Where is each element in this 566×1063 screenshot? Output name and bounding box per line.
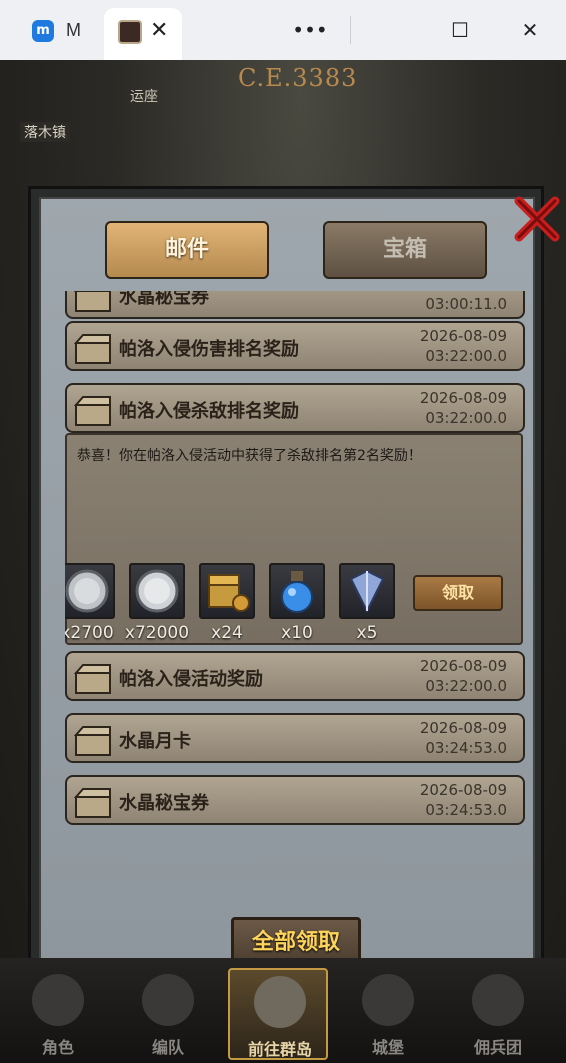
browser-tab-inactive[interactable]: m M	[18, 14, 98, 48]
mail-list[interactable]: 水晶秘宝券 03:00:11.0 帕洛入侵伤害排名奖励 2026-08-09 0…	[65, 291, 533, 843]
mail-title: 帕洛入侵活动奖励	[119, 669, 263, 690]
nav-item-formation[interactable]: 编队	[118, 968, 218, 1060]
knight-icon	[32, 974, 84, 1026]
nav-item-islands[interactable]: 前往群岛	[228, 968, 328, 1060]
era-label: C.E.3383	[238, 64, 358, 92]
mercenary-icon	[472, 974, 524, 1026]
reward-qty: x72000	[124, 623, 190, 643]
mail-date: 2026-08-09	[419, 389, 507, 407]
mail-title: 水晶月卡	[119, 731, 191, 752]
tab-label: M	[66, 20, 81, 40]
claim-button[interactable]: 领取	[413, 575, 503, 611]
treasure-chest-icon	[208, 574, 250, 612]
mail-row-expanded[interactable]: 帕洛入侵杀敌排名奖励 2026-08-09 03:22:00.0	[65, 383, 525, 433]
toolbar-divider	[350, 16, 351, 44]
chest-icon	[73, 396, 111, 426]
mail-row[interactable]: 帕洛入侵活动奖励 2026-08-09 03:22:00.0	[65, 651, 525, 701]
nav-label: 编队	[151, 1038, 184, 1057]
silver-coin-icon	[135, 569, 179, 613]
mail-message: 恭喜！你在帕洛入侵活动中获得了杀敌排名第2名奖励！	[77, 448, 422, 464]
reward-chest[interactable]	[199, 563, 255, 619]
maximize-icon[interactable]: ☐	[440, 14, 480, 46]
mail-time: 03:22:00.0	[425, 677, 507, 695]
mail-time: 03:22:00.0	[425, 409, 507, 427]
nav-item-castle[interactable]: 城堡	[338, 968, 438, 1060]
reward-qty: x2700	[65, 623, 114, 643]
tab-chest[interactable]: 宝箱	[323, 221, 487, 279]
chest-icon	[73, 788, 111, 818]
chest-icon	[73, 291, 111, 312]
reward-silver-coin[interactable]	[65, 563, 115, 619]
more-options-icon[interactable]: •••	[290, 14, 330, 46]
globe-icon	[254, 976, 306, 1028]
top-text: 运座	[130, 89, 158, 105]
tab-close-icon[interactable]: ✕	[150, 16, 168, 46]
reward-potion[interactable]	[269, 563, 325, 619]
mail-time: 03:24:53.0	[425, 739, 507, 757]
formation-icon	[142, 974, 194, 1026]
mail-time: 03:00:11.0	[425, 295, 507, 313]
potion-icon	[281, 571, 313, 613]
nav-label: 前往群岛	[247, 1040, 312, 1059]
mail-time: 03:22:00.0	[425, 347, 507, 365]
nav-item-character[interactable]: 角色	[8, 968, 108, 1060]
reward-qty: x10	[281, 623, 313, 643]
game-view: C.E.3383 运座 落木镇 邮件 宝箱 水晶秘宝券 03:00:11.0 帕…	[0, 60, 566, 1063]
mail-row[interactable]: 帕洛入侵伤害排名奖励 2026-08-09 03:22:00.0	[65, 321, 525, 371]
mail-row[interactable]: 水晶月卡 2026-08-09 03:24:53.0	[65, 713, 525, 763]
tab-mail[interactable]: 邮件	[105, 221, 269, 279]
mail-date: 2026-08-09	[419, 327, 507, 345]
nav-label: 城堡	[371, 1038, 404, 1057]
silver-coin-icon	[65, 569, 109, 613]
browser-tab-active[interactable]: ✕	[104, 8, 182, 60]
mail-detail: 恭喜！你在帕洛入侵活动中获得了杀敌排名第2名奖励！ x2700 x72000 x…	[65, 433, 523, 645]
nav-item-mercenary[interactable]: 佣兵团	[448, 968, 548, 1060]
location-label[interactable]: 落木镇	[20, 122, 70, 142]
bottom-nav: 角色 编队 前往群岛 城堡 佣兵团	[0, 958, 566, 1063]
game-icon	[118, 20, 142, 44]
reward-silver-coin[interactable]	[129, 563, 185, 619]
browser-titlebar: m M ✕ ••• ☐ ✕	[0, 0, 566, 60]
mail-dialog: 邮件 宝箱 水晶秘宝券 03:00:11.0 帕洛入侵伤害排名奖励 2026-0…	[28, 186, 560, 998]
crystal-icon	[349, 569, 385, 614]
app-logo-icon: m	[32, 20, 54, 42]
mail-title: 水晶秘宝券	[119, 793, 209, 814]
mail-row[interactable]: 水晶秘宝券 2026-08-09 03:24:53.0	[65, 775, 525, 825]
chest-icon	[73, 726, 111, 756]
mail-date: 2026-08-09	[419, 657, 507, 675]
nav-label: 角色	[41, 1038, 74, 1057]
mail-title: 帕洛入侵杀敌排名奖励	[119, 401, 299, 422]
mail-time: 03:24:53.0	[425, 801, 507, 819]
chest-icon	[73, 334, 111, 364]
mail-date: 2026-08-09	[419, 781, 507, 799]
mail-title: 帕洛入侵伤害排名奖励	[119, 339, 299, 360]
close-icon[interactable]	[509, 191, 565, 247]
chest-icon	[73, 664, 111, 694]
reward-qty: x24	[211, 623, 243, 643]
close-window-icon[interactable]: ✕	[510, 14, 550, 46]
mail-date: 2026-08-09	[419, 719, 507, 737]
reward-qty: x5	[356, 623, 378, 643]
castle-icon	[362, 974, 414, 1026]
reward-crystal[interactable]	[339, 563, 395, 619]
mail-row[interactable]: 水晶秘宝券 03:00:11.0	[65, 291, 525, 319]
mail-dialog-panel: 邮件 宝箱 水晶秘宝券 03:00:11.0 帕洛入侵伤害排名奖励 2026-0…	[39, 197, 535, 987]
mail-title: 水晶秘宝券	[119, 291, 209, 308]
nav-label: 佣兵团	[473, 1038, 522, 1057]
